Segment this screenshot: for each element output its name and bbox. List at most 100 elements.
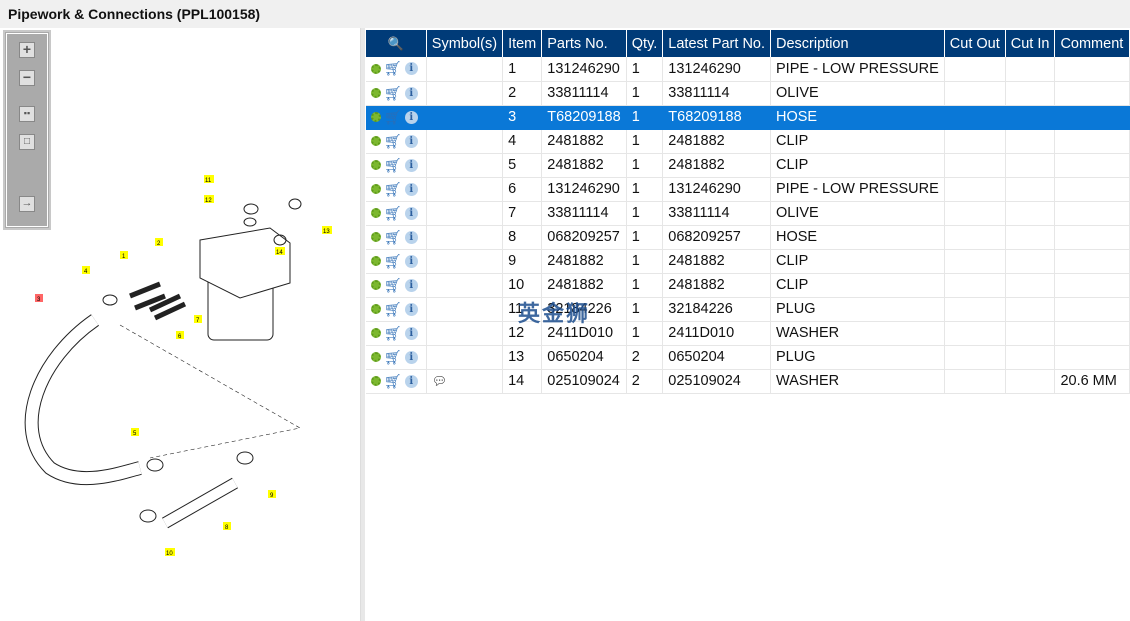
fit-all-button[interactable]: ▪▪ <box>19 106 35 122</box>
table-row[interactable]: 🛒︎ i 8 068209257 1 068209257 HOSE <box>366 225 1130 250</box>
info-icon[interactable]: i <box>404 158 418 172</box>
gear-icon[interactable] <box>371 88 381 98</box>
cart-icon[interactable]: 🛒︎ <box>384 205 402 222</box>
info-icon[interactable]: i <box>404 254 418 268</box>
gear-icon[interactable] <box>371 280 381 290</box>
search-column-header[interactable]: 🔍 <box>366 30 427 57</box>
splitter[interactable] <box>361 28 365 621</box>
table-row[interactable]: 🛒︎ i 2 33811114 1 33811114 OLIVE <box>366 81 1130 106</box>
table-row[interactable]: 🛒︎ i 6 131246290 1 131246290 PIPE - LOW PRESSU… <box>366 177 1130 202</box>
gear-icon[interactable] <box>371 376 381 386</box>
header-description[interactable]: Description <box>770 30 945 57</box>
cart-icon[interactable]: 🛒︎ <box>384 277 402 294</box>
cell-cut-out <box>944 345 1006 370</box>
cell-cut-in <box>1005 201 1056 226</box>
info-icon[interactable]: i <box>404 86 418 100</box>
table-row[interactable]: 🛒︎ i 12 2411D010 1 2411D010 WASHER <box>366 321 1130 346</box>
header-cut-in[interactable]: Cut In <box>1005 30 1056 57</box>
toggle-panel-button[interactable]: → <box>19 196 35 212</box>
info-icon[interactable]: i <box>404 110 418 124</box>
cell-cut-in <box>1005 345 1056 370</box>
header-qty[interactable]: Qty. <box>626 30 664 57</box>
cart-icon[interactable]: 🛒︎ <box>384 181 402 198</box>
info-icon[interactable]: i <box>404 374 418 388</box>
callout-10: 10 <box>166 551 173 557</box>
row-actions: 🛒︎ i <box>366 249 427 274</box>
cell-qty: 1 <box>626 57 664 82</box>
cell-qty: 1 <box>626 297 664 322</box>
info-icon[interactable]: i <box>404 350 418 364</box>
gear-icon[interactable] <box>371 256 381 266</box>
info-icon[interactable]: i <box>404 62 418 76</box>
info-icon[interactable]: i <box>404 326 418 340</box>
cart-icon[interactable]: 🛒︎ <box>384 133 402 150</box>
table-row[interactable]: 🛒︎ i 5 2481882 1 2481882 CLIP <box>366 153 1130 178</box>
header-latest-part-no[interactable]: Latest Part No. <box>662 30 772 57</box>
table-row[interactable]: 🛒︎ i 9 2481882 1 2481882 CLIP <box>366 249 1130 274</box>
table-row[interactable]: 🛒︎ i 3 T68209188 1 T68209188 HOSE <box>366 105 1130 130</box>
info-icon[interactable]: i <box>404 134 418 148</box>
cell-item: 3 <box>502 105 543 130</box>
gear-icon[interactable] <box>371 352 381 362</box>
cart-icon[interactable]: 🛒︎ <box>384 157 402 174</box>
table-row[interactable]: 🛒︎ i 11 32184226 1 32184226 PLUG <box>366 297 1130 322</box>
info-icon[interactable]: i <box>404 206 418 220</box>
cell-cut-in <box>1005 225 1056 250</box>
cell-description: OLIVE <box>770 201 945 226</box>
exploded-diagram[interactable]: 1 2 3 4 5 6 7 8 9 10 11 12 13 14 <box>0 28 360 621</box>
warning-bubble-icon[interactable]: 💬︎ <box>432 374 447 388</box>
gear-icon[interactable] <box>371 160 381 170</box>
table-row[interactable]: 🛒︎ i 7 33811114 1 33811114 OLIVE <box>366 201 1130 226</box>
info-icon[interactable]: i <box>404 278 418 292</box>
cell-cut-out <box>944 81 1006 106</box>
table-row[interactable]: 🛒︎ i 4 2481882 1 2481882 CLIP <box>366 129 1130 154</box>
gear-icon[interactable] <box>371 232 381 242</box>
cell-comment <box>1054 201 1130 226</box>
info-icon[interactable]: i <box>404 182 418 196</box>
fit-window-button[interactable]: □ <box>19 134 35 150</box>
gear-icon[interactable] <box>371 304 381 314</box>
cart-icon[interactable]: 🛒︎ <box>384 229 402 246</box>
info-icon[interactable]: i <box>404 230 418 244</box>
cell-latest-part-no: 33811114 <box>662 81 772 106</box>
cell-comment <box>1054 321 1130 346</box>
page-title: Pipework & Connections (PPL100158) <box>0 0 1130 28</box>
gear-icon[interactable] <box>371 208 381 218</box>
zoom-in-button[interactable]: + <box>19 42 35 58</box>
cell-latest-part-no: 2481882 <box>662 273 772 298</box>
gear-icon[interactable] <box>371 63 381 74</box>
cart-icon[interactable]: 🛒︎ <box>384 60 402 77</box>
cart-icon[interactable]: 🛒︎ <box>384 253 402 270</box>
row-actions: 🛒︎ i <box>366 297 427 322</box>
table-row[interactable]: 🛒︎ i 💬︎ 14 025109024 2 025109024 WASHER 20.6 MM <box>366 369 1130 394</box>
gear-icon[interactable] <box>371 136 381 146</box>
gear-icon[interactable] <box>371 112 381 122</box>
search-icon[interactable]: 🔍 <box>388 36 404 51</box>
header-symbols[interactable]: Symbol(s) <box>426 30 504 57</box>
cart-icon[interactable]: 🛒︎ <box>384 349 402 366</box>
table-row[interactable]: 🛒︎ i 13 0650204 2 0650204 PLUG <box>366 345 1130 370</box>
header-cut-out[interactable]: Cut Out <box>944 30 1006 57</box>
table-row[interactable]: 🛒︎ i 10 2481882 1 2481882 CLIP <box>366 273 1130 298</box>
table-row[interactable]: 🛒︎ i 1 131246290 1 131246290 PIPE - LOW PRESSU… <box>366 57 1130 82</box>
cell-cut-out <box>944 297 1006 322</box>
header-parts-no[interactable]: Parts No. <box>541 30 627 57</box>
cart-icon[interactable]: 🛒︎ <box>384 109 402 126</box>
cart-icon[interactable]: 🛒︎ <box>384 373 402 390</box>
cart-icon[interactable]: 🛒︎ <box>384 325 402 342</box>
cell-part-no: 131246290 <box>541 177 627 202</box>
zoom-out-button[interactable]: − <box>19 70 35 86</box>
header-comment[interactable]: Comment <box>1054 30 1130 57</box>
header-item[interactable]: Item <box>502 30 543 57</box>
cell-comment <box>1054 297 1130 322</box>
cart-icon[interactable]: 🛒︎ <box>384 85 402 102</box>
cell-symbol <box>426 129 504 154</box>
gear-icon[interactable] <box>371 328 381 338</box>
cart-icon[interactable]: 🛒︎ <box>384 301 402 318</box>
gear-icon[interactable] <box>371 184 381 194</box>
cell-comment <box>1054 105 1130 130</box>
cell-description: PLUG <box>770 297 945 322</box>
diagram-panel[interactable]: 1 2 3 4 5 6 7 8 9 10 11 12 13 14 + − ▪▪ … <box>0 28 361 621</box>
info-icon[interactable]: i <box>404 302 418 316</box>
row-actions: 🛒︎ i <box>366 273 427 298</box>
